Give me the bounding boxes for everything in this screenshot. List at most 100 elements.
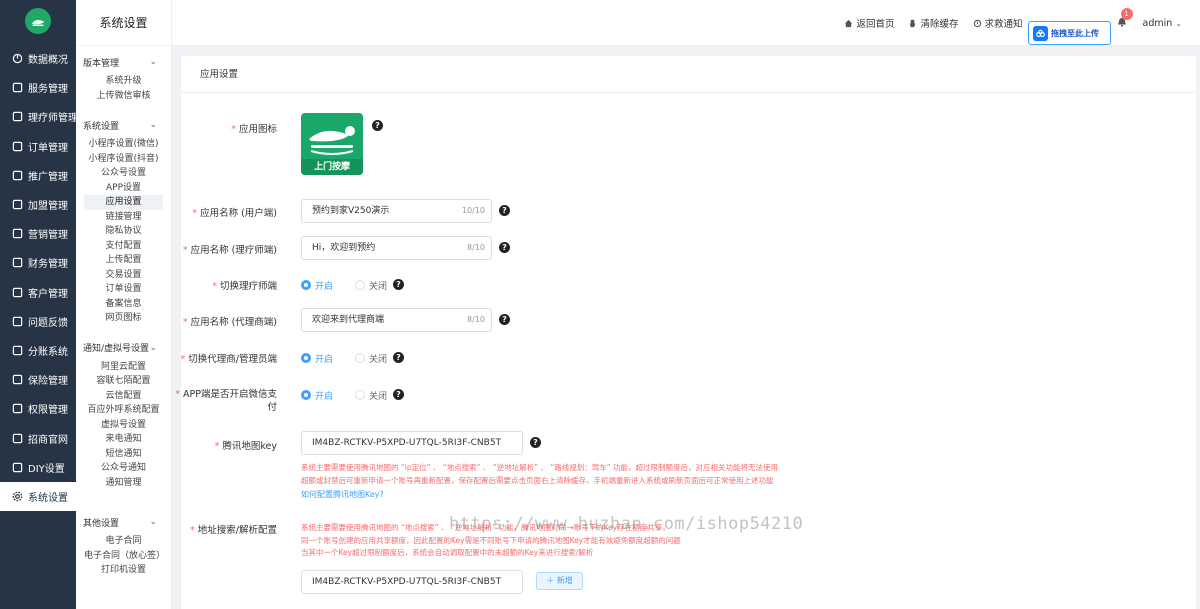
- sidebar-item-6[interactable]: 营销管理: [0, 219, 76, 248]
- help-icon[interactable]: ?: [499, 205, 510, 216]
- submenu-item[interactable]: 打印机设置: [84, 563, 163, 578]
- menu-group: 其他设置 ⌄ 电子合同 电子合同（放心签） 打印机设置: [76, 512, 171, 584]
- submenu-item[interactable]: 订单设置: [84, 282, 163, 297]
- submenu-item[interactable]: 百应外呼系统配置: [84, 403, 163, 418]
- sidebar-item-3[interactable]: 订单管理: [0, 132, 76, 161]
- drag-upload-button[interactable]: 拖拽至此上传: [1028, 21, 1111, 45]
- sidebar-item-13[interactable]: 招商官网: [0, 423, 76, 452]
- finance-icon: [12, 257, 23, 268]
- sidebar-item-label: 服务管理: [28, 84, 68, 96]
- tencent-map-help-link[interactable]: 如何配置腾讯地图Key?: [301, 489, 821, 500]
- sidebar-item-label: 订单管理: [28, 142, 68, 154]
- address-search-key-input[interactable]: IM4BZ-RCTKV-P5XPD-U7TQL-5RI3F-CNB5T: [301, 569, 523, 594]
- logo-icon: [31, 20, 45, 26]
- menu-group-header[interactable]: 通知/虚拟号设置 ⌄: [76, 338, 171, 358]
- help-icon[interactable]: ?: [393, 352, 404, 363]
- main-sidebar: 数据概况服务管理理疗师管理订单管理推广管理 加盟管理 营销管理 财务管理 客户管理 问题反…: [0, 0, 76, 609]
- dashboard-icon: [12, 53, 23, 64]
- submenu-item[interactable]: 链接管理: [84, 210, 163, 225]
- submenu-item[interactable]: 阿里云配置: [84, 360, 163, 375]
- chevron-down-icon: ⌄: [149, 517, 157, 527]
- sidebar-item-7[interactable]: 财务管理: [0, 248, 76, 277]
- sidebar-item-9[interactable]: 问题反馈: [0, 307, 76, 336]
- sidebar-item-1[interactable]: 服务管理: [0, 73, 76, 102]
- submenu-item[interactable]: 上传微信审核: [84, 89, 163, 104]
- add-key-button[interactable]: ＋ 新增: [536, 571, 583, 590]
- submenu-item[interactable]: 公众号通知: [84, 461, 163, 476]
- address-search-label: 地址搜索/解析配置: [197, 525, 277, 536]
- submenu-item[interactable]: 云信配置: [84, 389, 163, 404]
- submenu-item[interactable]: 网页图标: [84, 311, 163, 326]
- help-icon[interactable]: ?: [372, 120, 383, 131]
- submenu-item[interactable]: 容联七陌配置: [84, 374, 163, 389]
- tencent-map-label: 腾讯地图key: [222, 441, 277, 452]
- submenu-item[interactable]: 短信通知: [84, 447, 163, 462]
- permission-icon: [12, 403, 23, 414]
- submenu-item[interactable]: 小程序设置(微信): [84, 137, 163, 152]
- submenu-item[interactable]: 支付配置: [84, 239, 163, 254]
- menu-group: 版本管理 ⌄ 系统升级 上传微信审核: [76, 52, 171, 109]
- wechat-pay-off[interactable]: 关闭: [355, 389, 387, 402]
- help-icon[interactable]: ?: [393, 279, 404, 290]
- submenu-item[interactable]: 应用设置: [84, 195, 163, 210]
- sidebar-item-4[interactable]: 推广管理: [0, 161, 76, 190]
- sidebar-item-2[interactable]: 理疗师管理: [0, 102, 76, 131]
- secondary-menu-groups: 版本管理 ⌄ 系统升级 上传微信审核 系统设置 ⌄ 小程序设置(微信) 小程序设置(抖音) 公众…: [76, 52, 171, 584]
- submenu-item[interactable]: 上传配置: [84, 253, 163, 268]
- franchise-icon: [12, 199, 23, 210]
- submenu-item[interactable]: 电子合同: [84, 534, 163, 549]
- clear-cache-link[interactable]: 清除缓存: [908, 16, 959, 30]
- sidebar-item-8[interactable]: 客户管理: [0, 278, 76, 307]
- menu-group-title: 通知/虚拟号设置: [83, 344, 150, 354]
- chevron-down-icon: ⌄: [1175, 18, 1182, 28]
- switch-agent-on[interactable]: 开启: [301, 352, 333, 365]
- header-links: 返回首页 清除缓存 求救通知 1 admin ⌄: [844, 0, 1182, 46]
- app-name-user-input[interactable]: 预约到家V250演示 10/10: [301, 199, 492, 223]
- submenu-item[interactable]: 备案信息: [84, 297, 163, 312]
- submenu-item[interactable]: 交易设置: [84, 268, 163, 283]
- help-icon[interactable]: ?: [530, 437, 541, 448]
- sidebar-item-label: 分账系统: [28, 346, 68, 358]
- submenu-item[interactable]: 虚拟号设置: [84, 418, 163, 433]
- sidebar-item-0[interactable]: 数据概况: [0, 44, 76, 73]
- sidebar-item-label: 权限管理: [28, 405, 68, 417]
- help-icon[interactable]: ?: [393, 389, 404, 400]
- sidebar-item-5[interactable]: 加盟管理: [0, 190, 76, 219]
- home-link[interactable]: 返回首页: [844, 16, 894, 30]
- submenu-item[interactable]: 小程序设置(抖音): [84, 152, 163, 167]
- submenu-item[interactable]: APP设置: [84, 181, 163, 196]
- logo-area: [0, 0, 76, 42]
- app-name-agent-input[interactable]: 欢迎来到代理商端 8/10: [301, 308, 492, 332]
- sidebar-item-14[interactable]: DIY设置: [0, 453, 76, 482]
- submenu-item[interactable]: 电子合同（放心签）: [84, 549, 165, 564]
- submenu-item[interactable]: 公众号设置: [84, 166, 163, 181]
- menu-group-title: 版本管理: [83, 58, 120, 69]
- menu-group-header[interactable]: 其他设置 ⌄: [76, 512, 171, 532]
- submenu-item[interactable]: 隐私协议: [84, 224, 163, 239]
- alarm-icon: [973, 19, 981, 27]
- submenu-item[interactable]: 通知管理: [84, 476, 163, 491]
- sidebar-item-11[interactable]: 保险管理: [0, 365, 76, 394]
- switch-agent-off[interactable]: 关闭: [355, 352, 387, 365]
- alarm-link[interactable]: 求救通知: [973, 16, 1023, 30]
- wechat-pay-on[interactable]: 开启: [301, 389, 333, 402]
- app-icon-image[interactable]: 上门按摩: [301, 113, 363, 175]
- sidebar-item-15[interactable]: 系统设置: [0, 481, 76, 511]
- switch-therapist-on[interactable]: 开启: [301, 279, 333, 292]
- logo[interactable]: [25, 8, 51, 34]
- sidebar-item-10[interactable]: 分账系统: [0, 336, 76, 365]
- submenu-item[interactable]: 来电通知: [84, 432, 163, 447]
- switch-therapist-off[interactable]: 关闭: [355, 279, 387, 292]
- help-icon[interactable]: ?: [499, 314, 510, 325]
- sidebar-item-12[interactable]: 权限管理: [0, 394, 76, 423]
- app-name-therapist-input[interactable]: Hi，欢迎到预约 8/10: [301, 236, 492, 260]
- user-name: admin: [1142, 17, 1173, 29]
- tencent-map-key-input[interactable]: IM4BZ-RCTKV-P5XPD-U7TQL-5RI3F-CNB5T: [301, 431, 523, 455]
- user-menu[interactable]: admin ⌄: [1143, 18, 1182, 29]
- submenu-item[interactable]: 系统升级: [84, 74, 163, 89]
- menu-group-header[interactable]: 系统设置 ⌄: [76, 115, 171, 135]
- website-icon: [12, 433, 23, 444]
- help-icon[interactable]: ?: [499, 242, 510, 253]
- menu-group-header[interactable]: 版本管理 ⌄: [76, 52, 171, 72]
- notification-bell[interactable]: 1: [1117, 8, 1133, 29]
